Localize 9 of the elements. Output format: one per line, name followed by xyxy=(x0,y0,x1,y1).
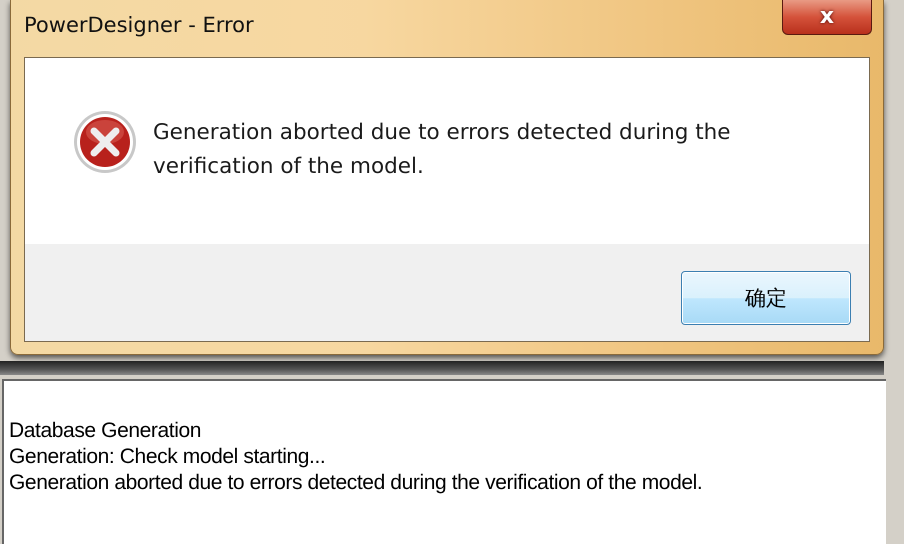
log-line: Generation: Check model starting... xyxy=(9,444,326,470)
ok-button[interactable]: 确定 xyxy=(681,271,851,325)
panel-splitter[interactable] xyxy=(0,361,884,375)
error-message: Generation aborted due to errors detected during the verification of the model. xyxy=(153,119,732,181)
close-button[interactable]: x xyxy=(782,0,872,35)
log-line: Database Generation xyxy=(9,418,202,444)
error-icon xyxy=(73,110,137,174)
window-title: PowerDesigner - Error xyxy=(24,13,254,37)
log-line: Generation aborted due to errors detected during the verification of the model. xyxy=(9,470,704,496)
